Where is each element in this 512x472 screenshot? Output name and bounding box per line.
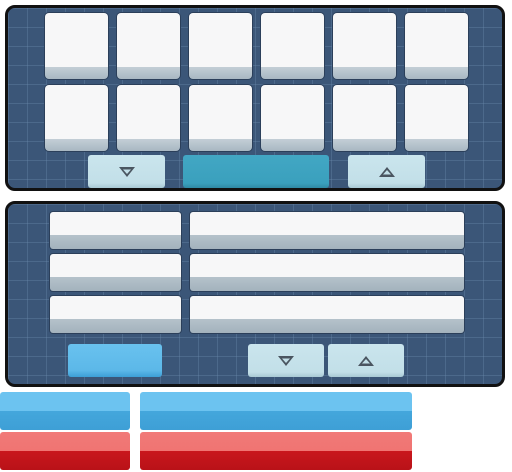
red-strip-long xyxy=(140,432,412,470)
slot-r1-c5[interactable] xyxy=(333,13,396,79)
slot-r1-c1[interactable] xyxy=(45,13,108,79)
list-row-2-detail[interactable] xyxy=(190,254,464,291)
list-row-1-name[interactable] xyxy=(50,212,181,249)
list-panel xyxy=(5,201,505,387)
red-strip-short xyxy=(0,432,130,470)
scroll-up-button[interactable] xyxy=(348,155,425,188)
slot-r2-c4[interactable] xyxy=(261,85,324,151)
list-row-3-name[interactable] xyxy=(50,296,181,333)
list-row-3-detail[interactable] xyxy=(190,296,464,333)
slot-r2-c3[interactable] xyxy=(189,85,252,151)
slot-r1-c6[interactable] xyxy=(405,13,468,79)
scroll-down-button[interactable] xyxy=(88,155,165,188)
triangle-up-icon xyxy=(378,166,395,177)
triangle-down-icon xyxy=(278,355,294,366)
slot-r2-c1[interactable] xyxy=(45,85,108,151)
list-row-1-detail[interactable] xyxy=(190,212,464,249)
slot-r1-c3[interactable] xyxy=(189,13,252,79)
blue-strip-long xyxy=(140,392,412,430)
slot-r1-c4[interactable] xyxy=(261,13,324,79)
action-button[interactable] xyxy=(68,344,162,377)
list-row-2-name[interactable] xyxy=(50,254,181,291)
slot-r2-c5[interactable] xyxy=(333,85,396,151)
scroll-position-bar[interactable] xyxy=(183,155,329,188)
list-scroll-down-button[interactable] xyxy=(248,344,324,377)
slot-r1-c2[interactable] xyxy=(117,13,180,79)
list-scroll-up-button[interactable] xyxy=(328,344,404,377)
triangle-down-icon xyxy=(118,166,135,177)
triangle-up-icon xyxy=(358,355,374,366)
blue-strip-short xyxy=(0,392,130,430)
slot-r2-c2[interactable] xyxy=(117,85,180,151)
slot-r2-c6[interactable] xyxy=(405,85,468,151)
inventory-panel xyxy=(5,5,505,191)
